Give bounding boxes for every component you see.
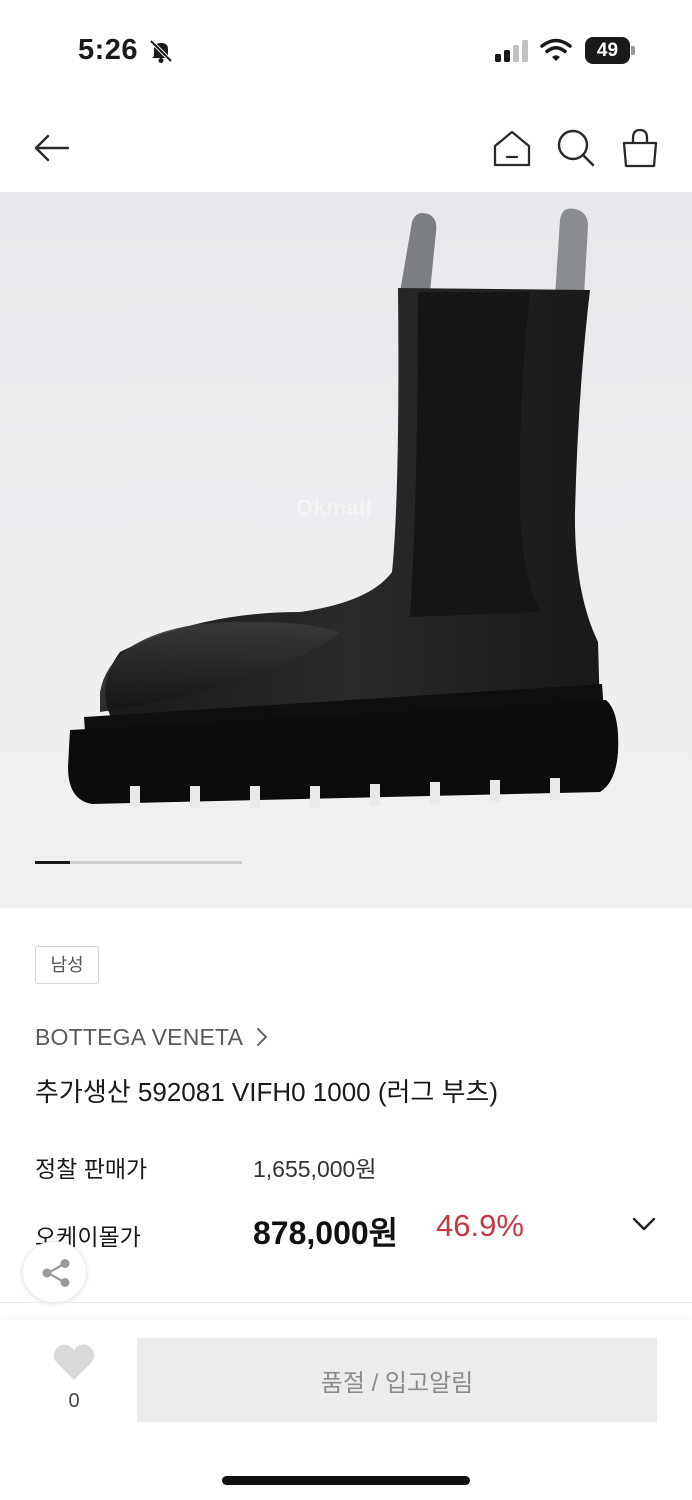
section-divider xyxy=(0,1302,692,1303)
shopping-bag-button[interactable] xyxy=(618,126,662,170)
brand-link[interactable]: BOTTEGA VENETA xyxy=(35,1022,269,1052)
gallery-progress-track xyxy=(35,861,242,864)
bottom-action-bar: 0 품절 / 입고알림 xyxy=(0,1320,692,1500)
okmall-price-row: 오케이몰가 878,000원 46.9% xyxy=(35,1206,675,1256)
gender-badge: 남성 xyxy=(35,946,99,984)
back-arrow-icon xyxy=(34,134,70,162)
share-icon xyxy=(42,1259,70,1287)
home-indicator xyxy=(222,1476,470,1485)
price-expand-button[interactable] xyxy=(629,1214,659,1234)
discount-rate: 46.9% xyxy=(436,1208,524,1243)
top-nav xyxy=(0,100,692,192)
retail-price-row: 정찰 판매가 1,655,000원 xyxy=(35,1148,675,1182)
chevron-down-icon xyxy=(632,1217,656,1231)
soldout-restock-alert-button[interactable]: 품절 / 입고알림 xyxy=(137,1338,657,1422)
status-time: 5:26 xyxy=(78,34,139,66)
status-bar: 5:26 49 xyxy=(0,0,692,100)
product-image xyxy=(68,208,619,808)
wifi-icon xyxy=(540,38,572,61)
heart-icon xyxy=(53,1344,95,1380)
retail-price-label: 정찰 판매가 xyxy=(35,1156,148,1182)
retail-price-value: 1,655,000원 xyxy=(253,1156,377,1182)
share-button[interactable] xyxy=(22,1241,87,1303)
back-button[interactable] xyxy=(30,126,74,170)
product-image-gallery[interactable]: Okmall xyxy=(0,192,692,908)
cellular-signal-icon xyxy=(495,40,528,62)
search-button[interactable] xyxy=(554,126,598,170)
watermark: Okmall xyxy=(296,495,373,520)
home-icon xyxy=(493,130,531,167)
battery-level: 49 xyxy=(596,40,619,61)
brand-name: BOTTEGA VENETA xyxy=(35,1023,244,1050)
shopping-bag-icon xyxy=(622,128,658,168)
chevron-right-icon xyxy=(257,1028,268,1046)
wishlist-count: 0 xyxy=(68,1390,80,1412)
okmall-price-value: 878,000원 xyxy=(253,1215,399,1251)
home-button[interactable] xyxy=(490,126,534,170)
wishlist-button[interactable]: 0 xyxy=(38,1338,110,1416)
search-icon xyxy=(557,129,595,167)
gallery-progress-fill xyxy=(35,861,71,864)
bell-off-icon xyxy=(149,39,173,63)
battery-icon: 49 xyxy=(585,37,635,64)
product-title: 추가생산 592081 VIFH0 1000 (러그 부츠) xyxy=(35,1077,499,1107)
